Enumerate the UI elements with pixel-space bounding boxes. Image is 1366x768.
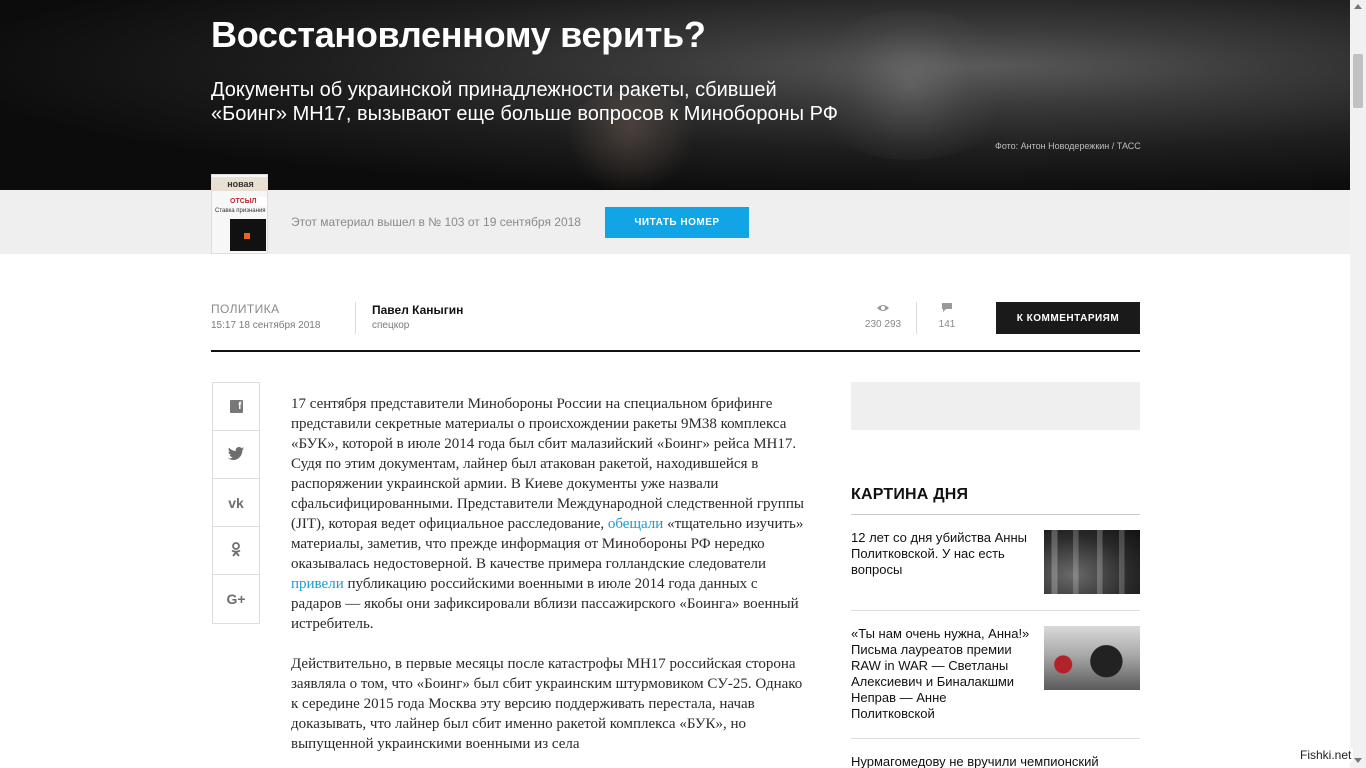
sidebar-news-item[interactable]: «Ты нам очень нужна, Анна!» Письма лауре… — [851, 626, 1140, 739]
sidebar-news-title[interactable]: 12 лет со дня убийства Анны Политковской… — [851, 530, 1031, 578]
vk-icon: vk — [228, 494, 244, 511]
read-issue-button[interactable]: ЧИТАТЬ НОМЕР — [605, 207, 749, 238]
watermark: Fishki.net — [1298, 748, 1354, 762]
publish-date: 15:17 18 сентября 2018 — [211, 320, 321, 331]
twitter-icon — [228, 446, 244, 463]
hero-banner: Восстановленному верить? Документы об ук… — [0, 0, 1350, 190]
article-lead: Документы об украинской принадлежности р… — [211, 79, 838, 125]
share-panel: f vk G+ — [212, 382, 260, 624]
share-google-plus-button[interactable]: G+ — [213, 575, 259, 623]
comment-icon — [925, 302, 969, 316]
comments-count: 141 — [938, 319, 956, 330]
article-body: 17 сентября представители Минобороны Рос… — [291, 394, 811, 768]
facebook-icon: f — [229, 400, 243, 413]
meta-divider — [916, 302, 917, 334]
sidebar-news-title[interactable]: «Ты нам очень нужна, Анна!» Письма лауре… — [851, 626, 1031, 722]
views-count: 230 293 — [864, 319, 902, 330]
author-role: спецкор — [372, 320, 410, 331]
google-plus-icon: G+ — [226, 591, 246, 607]
article-paragraph: Действительно, в первые месяцы после кат… — [291, 656, 803, 752]
share-twitter-button[interactable] — [213, 431, 259, 479]
meta-divider — [355, 302, 356, 334]
page-scrollbar[interactable] — [1350, 0, 1366, 768]
scrollbar-thumb[interactable] — [1353, 54, 1363, 108]
article-link-promised[interactable]: обещали — [608, 516, 663, 532]
issue-cover-image[interactable]: новая ОТСЫЛ Ставка признания — [211, 174, 268, 254]
sidebar-news-item[interactable]: 12 лет со дня убийства Анны Политковской… — [851, 530, 1140, 611]
share-vk-button[interactable]: vk — [213, 479, 259, 527]
cover-headline: ОТСЫЛ — [230, 197, 267, 206]
sidebar-news-thumbnail[interactable] — [1044, 530, 1140, 594]
sidebar-news-divider — [851, 610, 1140, 611]
ad-placeholder — [851, 382, 1140, 430]
issue-info: Этот материал вышел в № 103 от 19 сентяб… — [291, 215, 581, 229]
rubric-link[interactable]: ПОЛИТИКА — [211, 302, 279, 316]
scroll-down-arrow-icon[interactable] — [1354, 758, 1362, 763]
sidebar-news-item[interactable]: Нурмагомедову не вручили чемпионский — [851, 754, 1140, 768]
sidebar-news-thumbnail[interactable] — [1044, 626, 1140, 690]
sidebar-news-title[interactable]: Нурмагомедову не вручили чемпионский — [851, 754, 1140, 768]
author-name[interactable]: Павел Каныгин — [372, 303, 463, 317]
views-counter: 230 293 — [858, 302, 908, 330]
cover-picture — [230, 219, 266, 251]
share-facebook-button[interactable]: f — [213, 383, 259, 431]
cover-masthead: новая — [212, 177, 267, 191]
article-title: Восстановленному верить? — [211, 14, 706, 55]
comments-counter[interactable]: 141 — [925, 302, 969, 330]
header-rule — [211, 350, 1140, 352]
eye-icon — [858, 302, 908, 316]
share-ok-button[interactable] — [213, 527, 259, 575]
to-comments-button[interactable]: К КОММЕНТАРИЯМ — [996, 302, 1140, 334]
article-link-cited[interactable]: привели — [291, 576, 344, 592]
sidebar-news-divider — [851, 738, 1140, 739]
sidebar-rule — [851, 514, 1140, 515]
scroll-up-arrow-icon[interactable] — [1354, 4, 1362, 9]
article-paragraph: 17 сентября представители Минобороны Рос… — [291, 396, 804, 632]
odnoklassniki-icon — [231, 541, 241, 560]
cover-subheadline: Ставка признания — [215, 208, 266, 214]
sidebar-section-title: КАРТИНА ДНЯ — [851, 486, 969, 503]
photo-credit: Фото: Антон Новодережкин / ТАСС — [995, 141, 1141, 151]
